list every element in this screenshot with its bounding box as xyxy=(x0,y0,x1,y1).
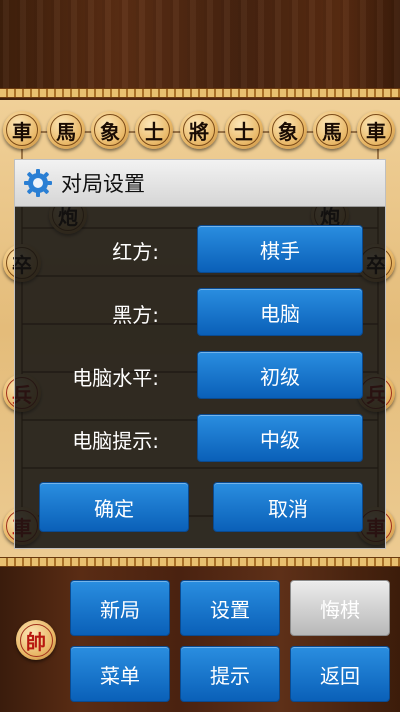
settings-button[interactable]: 设置 xyxy=(180,580,280,636)
black-horse-piece[interactable]: 馬 xyxy=(47,111,85,149)
black-elephant-piece[interactable]: 象 xyxy=(269,111,307,149)
red-general-piece: 帥 xyxy=(16,620,56,660)
black-side-label: 黑方: xyxy=(112,303,159,327)
gear-icon xyxy=(24,169,52,197)
back-button[interactable]: 返回 xyxy=(290,646,390,702)
dialog-title: 对局设置 xyxy=(61,172,145,196)
black-chariot-piece[interactable]: 車 xyxy=(3,111,41,149)
board-bottom-rail xyxy=(0,557,400,567)
hint-button[interactable]: 提示 xyxy=(180,646,280,702)
piece-label: 將 xyxy=(183,114,215,146)
piece-label: 馬 xyxy=(316,114,348,146)
computer-hint-select-button[interactable]: 中级 xyxy=(197,414,363,462)
black-side-select-button[interactable]: 电脑 xyxy=(197,288,363,336)
black-elephant-piece[interactable]: 象 xyxy=(91,111,129,149)
dialog-header: 对局设置 xyxy=(15,160,385,207)
black-chariot-piece[interactable]: 車 xyxy=(357,111,395,149)
board-top-rail xyxy=(0,88,400,98)
top-wood-panel xyxy=(0,0,400,92)
undo-button[interactable]: 悔棋 xyxy=(290,580,390,636)
red-side-select-button[interactable]: 棋手 xyxy=(197,225,363,273)
red-side-label: 红方: xyxy=(112,240,159,264)
bottom-control-bar: 帥 新局 设置 悔棋 菜单 提示 返回 xyxy=(0,568,400,712)
black-general-piece[interactable]: 將 xyxy=(180,111,218,149)
cancel-button[interactable]: 取消 xyxy=(213,482,363,532)
computer-hint-label: 电脑提示: xyxy=(72,429,159,453)
piece-label: 車 xyxy=(360,114,392,146)
piece-label: 車 xyxy=(6,114,38,146)
computer-level-label: 电脑水平: xyxy=(72,366,159,390)
piece-label: 象 xyxy=(94,114,126,146)
piece-label: 象 xyxy=(272,114,304,146)
piece-label: 士 xyxy=(138,114,170,146)
menu-button[interactable]: 菜单 xyxy=(70,646,170,702)
black-advisor-piece[interactable]: 士 xyxy=(225,111,263,149)
new-game-button[interactable]: 新局 xyxy=(70,580,170,636)
game-settings-dialog: 对局设置 红方: 棋手 黑方: 电脑 电脑水平: 初级 电脑提示: 中级 确定 … xyxy=(14,159,386,549)
black-advisor-piece[interactable]: 士 xyxy=(135,111,173,149)
computer-level-select-button[interactable]: 初级 xyxy=(197,351,363,399)
piece-label: 馬 xyxy=(50,114,82,146)
black-horse-piece[interactable]: 馬 xyxy=(313,111,351,149)
piece-label: 帥 xyxy=(19,623,53,657)
confirm-button[interactable]: 确定 xyxy=(39,482,189,532)
piece-label: 士 xyxy=(228,114,260,146)
